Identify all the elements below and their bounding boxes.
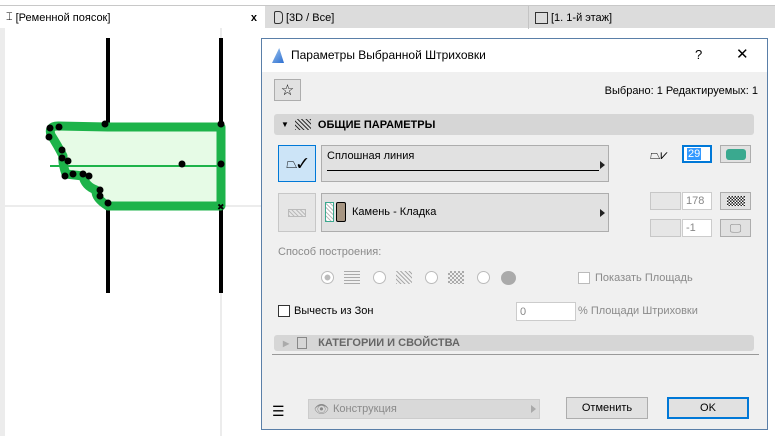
hatch-settings-dialog: Параметры Выбранной Штриховки ? ✕ ☆ Выбр…: [261, 38, 768, 430]
tab-3d-view[interactable]: [3D / Все]: [268, 6, 528, 29]
radial-hatch-icon: [501, 271, 516, 285]
layer-dropdown[interactable]: 👁 Конструкция: [308, 399, 540, 419]
3d-icon: [274, 11, 283, 24]
layers-icon: ☰: [272, 403, 285, 419]
origin-marker-icon: ✖: [217, 202, 225, 212]
eye-icon: 👁: [314, 402, 330, 416]
radio-hatch-mode-4[interactable]: [477, 271, 490, 284]
line-type-label: Сплошная линия: [327, 150, 415, 162]
pen-color-swatch: [725, 148, 746, 160]
arrow-right-icon: [531, 405, 536, 413]
radio-hatch-mode-3[interactable]: [425, 271, 438, 284]
left-scroll-strip: [0, 28, 5, 436]
close-button[interactable]: ✕: [736, 45, 749, 63]
grid-hatch-icon: [448, 271, 464, 284]
tab-label: [3D / Все]: [286, 11, 335, 24]
general-section-header[interactable]: ▼ ОБЩИЕ ПАРАМЕТРЫ: [274, 114, 754, 135]
star-icon: ☆: [280, 82, 295, 99]
app-icon: [272, 48, 284, 63]
area-percent-value: 0: [520, 305, 527, 318]
bg-swatch-icon: [336, 202, 346, 222]
outline-check-icon: ⏢✓: [286, 155, 308, 171]
help-button[interactable]: ?: [695, 47, 702, 62]
line-type-dropdown[interactable]: Сплошная линия: [321, 145, 609, 182]
dialog-title-bar[interactable]: Параметры Выбранной Штриховки ? ✕: [262, 39, 767, 72]
expand-right-icon: ▶: [283, 338, 290, 348]
contour-pen-input[interactable]: 29: [682, 145, 712, 163]
construction-label: Способ построения:: [278, 246, 382, 258]
selection-info: Выбрано: 1 Редактируемых: 1: [604, 85, 758, 97]
bg-pen-icon: [650, 219, 681, 237]
hatch-icon: [294, 119, 311, 130]
categories-section-header[interactable]: ▶ КАТЕГОРИИ И СВОЙСТВА: [274, 335, 754, 351]
area-percent-input[interactable]: 0: [516, 302, 576, 321]
radio-hatch-mode-1[interactable]: [321, 271, 334, 284]
fill-swatch-icon: [325, 202, 334, 222]
tab-label: [1. 1-й этаж]: [551, 11, 613, 24]
fill-pen-input[interactable]: 178: [682, 192, 712, 210]
area-percent-label: % Площади Штриховки: [578, 305, 698, 317]
tab-floor-plan[interactable]: [1. 1-й этаж]: [528, 6, 775, 29]
cancel-button[interactable]: Отменить: [566, 397, 648, 419]
ok-button[interactable]: OK: [667, 397, 749, 419]
expand-down-icon: ▼: [281, 120, 289, 129]
monitor-icon: 🖵: [729, 220, 742, 235]
pattern-swatch: [726, 196, 745, 206]
section-title: КАТЕГОРИИ И СВОЙСТВА: [318, 337, 460, 349]
pen-color-button[interactable]: [720, 145, 751, 163]
close-tab-icon[interactable]: x: [251, 12, 257, 24]
dialog-title: Параметры Выбранной Штриховки: [291, 48, 486, 62]
divider: [272, 354, 759, 355]
section-icon: ⌶: [6, 11, 13, 23]
fill-pen-value: 178: [686, 195, 705, 207]
bg-pen-value: -1: [686, 222, 696, 234]
tab-section-view[interactable]: ⌶ [Ременной поясок] x: [0, 6, 265, 29]
document-icon: [297, 337, 308, 349]
subtract-zones-label: Вычесть из Зон: [294, 305, 374, 317]
fill-pattern-dropdown[interactable]: Камень - Кладка: [321, 193, 609, 232]
fill-type-button[interactable]: [278, 193, 316, 232]
layer-name: Конструкция: [333, 403, 397, 415]
subtract-zones-checkbox[interactable]: [278, 305, 290, 317]
fill-pen-color-button[interactable]: [720, 192, 751, 210]
show-area-label: Показать Площадь: [595, 272, 693, 284]
fill-pen-icon: [650, 192, 681, 210]
parallel-lines-icon: [344, 271, 360, 284]
contour-pen-icon: ⏢⩗: [650, 147, 668, 162]
outline-toggle-button[interactable]: ⏢✓: [278, 145, 316, 182]
arrow-right-icon: [600, 209, 605, 217]
pen-value: 29: [687, 148, 702, 160]
diagonal-hatch-icon: [396, 271, 412, 284]
bg-pen-input[interactable]: -1: [682, 219, 712, 237]
show-area-checkbox[interactable]: [578, 272, 590, 284]
fill-type-icon: [288, 208, 306, 217]
drawing-canvas[interactable]: ✖: [0, 28, 262, 436]
bg-pen-button[interactable]: 🖵: [720, 219, 751, 237]
tab-label: [Ременной поясок]: [15, 11, 111, 24]
view-tab-bar: ⌶ [Ременной поясок] x [3D / Все] [1. 1-й…: [0, 5, 775, 29]
fill-name: Камень - Кладка: [352, 206, 437, 218]
favorites-button[interactable]: ☆: [274, 79, 301, 101]
section-title: ОБЩИЕ ПАРАМЕТРЫ: [317, 118, 436, 131]
radio-hatch-mode-2[interactable]: [373, 271, 386, 284]
line-preview: [327, 170, 599, 171]
floor-plan-icon: [535, 11, 548, 24]
arrow-right-icon: [600, 161, 605, 169]
